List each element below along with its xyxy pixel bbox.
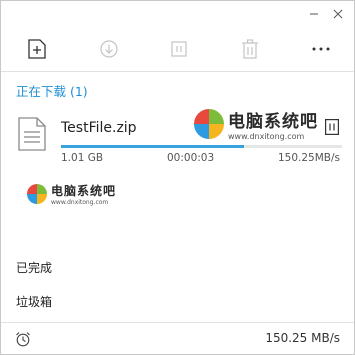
file-size: 1.01 GB xyxy=(61,152,104,164)
more-icon xyxy=(312,47,330,51)
elapsed-time: 00:00:03 xyxy=(167,152,215,164)
watermark-url: www.dnxitong.com xyxy=(51,199,109,206)
toolbar xyxy=(1,29,354,71)
close-button[interactable] xyxy=(328,4,348,24)
pause-all-button[interactable] xyxy=(167,37,191,61)
delete-button[interactable] xyxy=(238,37,262,61)
task-pause-button[interactable] xyxy=(325,119,339,135)
new-task-icon xyxy=(28,39,46,59)
watermark-logo-secondary: 电脑系统吧 www.dnxitong.com xyxy=(27,182,116,206)
download-start-icon xyxy=(100,40,118,58)
progress-fill xyxy=(61,145,244,148)
watermark-title: 电脑系统吧 xyxy=(51,184,117,198)
pause-icon xyxy=(171,41,187,57)
section-downloading[interactable]: 正在下载 (1) xyxy=(16,81,88,100)
section-trash[interactable]: 垃圾箱 xyxy=(16,293,52,310)
minimize-button[interactable] xyxy=(304,4,324,24)
task-speed: 150.25MB/s xyxy=(277,152,340,164)
download-task-row[interactable]: TestFile.zip 电脑系统吧 www.dnxitong.com 1.01… xyxy=(1,107,354,171)
watermark-logo: 电脑系统吧 www.dnxitong.com xyxy=(194,107,318,141)
new-task-button[interactable] xyxy=(25,37,49,61)
minimize-icon xyxy=(310,13,318,15)
watermark-logo-icon xyxy=(194,109,224,139)
total-speed: 150.25 MB/s xyxy=(265,331,340,345)
progress-bar xyxy=(61,145,342,148)
download-manager-window: 正在下载 (1) TestFile.zip 电脑系统吧 www.dnxitong… xyxy=(0,0,355,355)
toolbar-divider xyxy=(1,71,354,72)
start-download-button[interactable] xyxy=(97,37,121,61)
alarm-clock-icon[interactable] xyxy=(15,331,31,347)
close-icon xyxy=(333,9,343,19)
title-bar xyxy=(1,1,354,29)
section-completed[interactable]: 已完成 xyxy=(16,259,52,276)
watermark-logo-icon xyxy=(27,184,47,204)
more-button[interactable] xyxy=(309,37,333,61)
watermark-url: www.dnxitong.com xyxy=(228,132,305,141)
watermark-title: 电脑系统吧 xyxy=(228,112,318,132)
trash-icon xyxy=(242,39,258,59)
status-bar: 150.25 MB/s xyxy=(1,322,354,355)
file-icon xyxy=(18,117,46,151)
file-name: TestFile.zip xyxy=(61,120,137,136)
